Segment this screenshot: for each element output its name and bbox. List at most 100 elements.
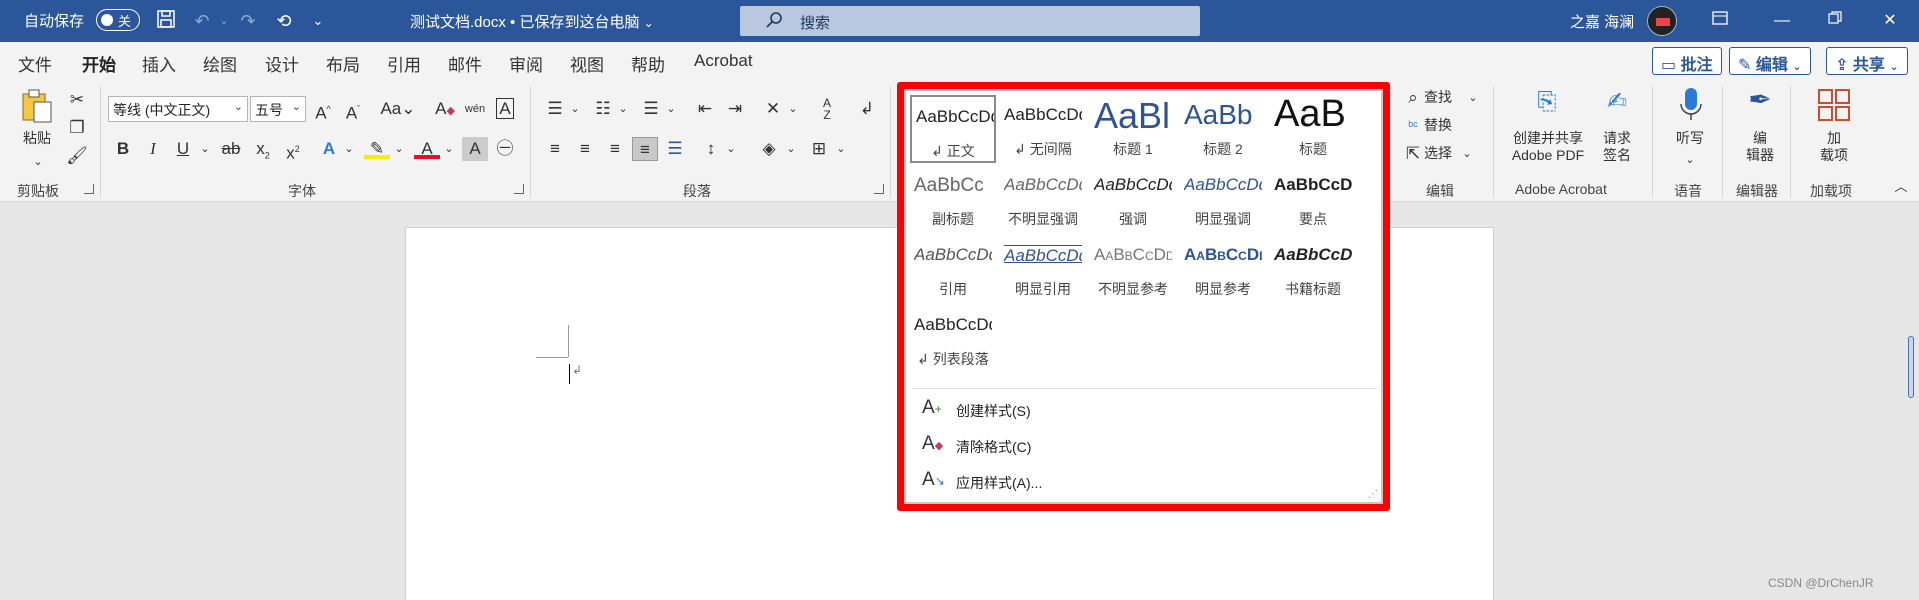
style-intense-quote[interactable]: AaBbCcDd 明显引用 <box>1000 235 1086 303</box>
chevron-down-icon[interactable]: ⌄ <box>610 97 636 121</box>
restore-icon[interactable] <box>1820 7 1850 35</box>
tab-home[interactable]: 开始 <box>82 51 116 84</box>
grow-font-icon[interactable]: A^ <box>310 97 336 123</box>
tab-view[interactable]: 视图 <box>570 51 604 76</box>
strikethrough-icon[interactable]: ab <box>218 137 244 161</box>
document-title[interactable]: 测试文档.docx • 已保存到这台电脑 ⌄ <box>410 11 654 32</box>
avatar[interactable] <box>1647 6 1677 36</box>
font-name-select[interactable]: 等线 (中文正文) ⌄ <box>108 96 248 122</box>
shrink-font-icon[interactable]: Aˇ <box>340 97 366 123</box>
paste-icon[interactable] <box>20 88 54 123</box>
style-title[interactable]: AaB 标题 <box>1270 93 1356 163</box>
addins-grid-icon[interactable] <box>1816 88 1852 124</box>
autosave-toggle[interactable]: 关 <box>96 9 140 31</box>
change-case-icon[interactable]: Aa⌄ <box>378 97 418 121</box>
replace-label[interactable]: 替换 <box>1424 117 1452 134</box>
select-label[interactable]: 选择 <box>1424 145 1452 162</box>
tab-help[interactable]: 帮助 <box>631 51 665 76</box>
share-button[interactable]: ⇪ 共享 ⌄ <box>1826 47 1908 75</box>
create-share-pdf-button[interactable]: 创建并共享 Adobe PDF <box>1505 130 1591 164</box>
tab-references[interactable]: 引用 <box>387 51 421 76</box>
save-icon[interactable] <box>154 9 178 33</box>
tab-review[interactable]: 审阅 <box>509 51 543 76</box>
resize-grip-icon[interactable]: ⋰ <box>1368 489 1378 500</box>
bold-icon[interactable]: B <box>110 137 136 161</box>
ribbon-display-options-icon[interactable] <box>1705 7 1735 35</box>
user-name[interactable]: 之嘉 海澜 <box>1570 11 1634 32</box>
microphone-icon[interactable] <box>1674 86 1708 122</box>
align-right-icon[interactable]: ≡ <box>602 137 628 161</box>
undo-icon[interactable]: ↶ <box>190 9 214 33</box>
create-pdf-icon[interactable]: ⎘ <box>1532 90 1562 120</box>
italic-icon[interactable]: I <box>140 137 166 161</box>
touch-mode-icon[interactable]: ⟲ <box>272 9 296 33</box>
subscript-icon[interactable]: x2 <box>250 137 276 161</box>
chevron-down-icon[interactable]: ⌄ <box>780 97 806 121</box>
chevron-down-icon[interactable]: ⌄ <box>778 137 804 161</box>
copy-icon[interactable]: ❐ <box>64 116 90 140</box>
find-icon[interactable]: ⌕ <box>1400 86 1426 110</box>
editing-mode-button[interactable]: ✎ 编辑 ⌄ <box>1729 47 1811 75</box>
chevron-down-icon[interactable]: ⌄ <box>1677 148 1703 172</box>
font-launcher-icon[interactable] <box>514 184 524 194</box>
style-strong[interactable]: AaBbCcD 要点 <box>1270 165 1356 233</box>
addins-button[interactable]: 加 载项 <box>1816 130 1852 164</box>
tab-insert[interactable]: 插入 <box>142 51 176 76</box>
chevron-down-icon[interactable]: ⌄ <box>658 97 684 121</box>
clipboard-launcher-icon[interactable] <box>84 184 94 194</box>
superscript-icon[interactable]: x2 <box>280 137 306 163</box>
editor-pen-icon[interactable]: ✒ <box>1744 86 1776 122</box>
minimize-icon[interactable]: — <box>1767 7 1797 35</box>
create-style-command[interactable]: A+ 创建样式(S) <box>922 397 1122 425</box>
customize-qat-icon[interactable]: ⌄ <box>306 9 330 33</box>
style-normal[interactable]: AaBbCcDd ↲ 正文 <box>910 95 996 163</box>
style-subtle-emphasis[interactable]: AaBbCcDd 不明显强调 <box>1000 165 1086 233</box>
style-list-paragraph[interactable]: AaBbCcDd ↲ 列表段落 <box>910 305 996 373</box>
close-icon[interactable]: ✕ <box>1875 7 1905 35</box>
increase-indent-icon[interactable]: ⇥ <box>722 97 748 121</box>
style-book-title[interactable]: AaBbCcD 书籍标题 <box>1270 235 1356 303</box>
style-intense-emphasis[interactable]: AaBbCcDd 明显强调 <box>1180 165 1266 233</box>
tab-layout[interactable]: 布局 <box>326 51 360 76</box>
style-heading-1[interactable]: AaBl 标题 1 <box>1090 95 1176 163</box>
paragraph-launcher-icon[interactable] <box>874 184 884 194</box>
chevron-down-icon[interactable]: ⌄ <box>828 137 854 161</box>
replace-icon[interactable]: ᵇᶜ <box>1400 114 1426 138</box>
chevron-down-icon[interactable]: ⌄ <box>192 137 218 161</box>
clear-formatting-command[interactable]: A◆ 清除格式(C) <box>922 433 1122 461</box>
collapse-ribbon-icon[interactable]: ︿ <box>1888 175 1914 199</box>
align-left-icon[interactable]: ≡ <box>542 137 568 161</box>
clear-formatting-icon[interactable]: A◆ <box>432 97 458 121</box>
request-signature-button[interactable]: 请求 签名 <box>1598 130 1636 164</box>
undo-dropdown-icon[interactable]: ⌄ <box>212 9 236 33</box>
chevron-down-icon[interactable]: ⌄ <box>436 137 462 161</box>
style-no-spacing[interactable]: AaBbCcDd ↲ 无间隔 <box>1000 95 1086 163</box>
search-box[interactable]: 搜索 <box>740 6 1200 36</box>
chevron-down-icon[interactable]: ⌄ <box>718 137 744 161</box>
chevron-down-icon[interactable]: ⌄ <box>1460 86 1486 110</box>
tab-design[interactable]: 设计 <box>265 51 299 76</box>
tab-acrobat[interactable]: Acrobat <box>694 51 753 71</box>
chevron-down-icon[interactable]: ⌄ <box>562 97 588 121</box>
apply-styles-command[interactable]: A↘ 应用样式(A)... <box>922 469 1122 497</box>
select-cursor-icon[interactable]: ⇱ <box>1400 142 1426 166</box>
font-size-select[interactable]: 五号 ⌄ <box>250 96 306 122</box>
editor-button[interactable]: 编 辑器 <box>1742 130 1778 164</box>
character-border-icon[interactable]: A <box>492 97 518 121</box>
character-shading-icon[interactable]: A <box>462 137 488 161</box>
vertical-scrollbar[interactable] <box>1908 336 1914 398</box>
tab-mailings[interactable]: 邮件 <box>448 51 482 76</box>
sort-icon[interactable]: AZ <box>814 97 840 121</box>
style-subtitle[interactable]: AaBbCc 副标题 <box>910 165 996 233</box>
distributed-icon[interactable]: ☰ <box>662 137 688 161</box>
decrease-indent-icon[interactable]: ⇤ <box>692 97 718 121</box>
request-signature-icon[interactable]: ✍ <box>1602 90 1632 120</box>
style-emphasis[interactable]: AaBbCcDd 强调 <box>1090 165 1176 233</box>
style-quote[interactable]: AaBbCcDd 引用 <box>910 235 996 303</box>
show-formatting-marks-icon[interactable]: ↲ <box>854 97 880 121</box>
tab-file[interactable]: 文件 <box>18 51 52 76</box>
justify-icon[interactable]: ≡ <box>632 137 658 161</box>
enclose-characters-icon[interactable]: ㊀ <box>492 137 518 161</box>
style-intense-reference[interactable]: AaBbCcDd 明显参考 <box>1180 235 1266 303</box>
style-heading-2[interactable]: AaBb 标题 2 <box>1180 95 1266 163</box>
